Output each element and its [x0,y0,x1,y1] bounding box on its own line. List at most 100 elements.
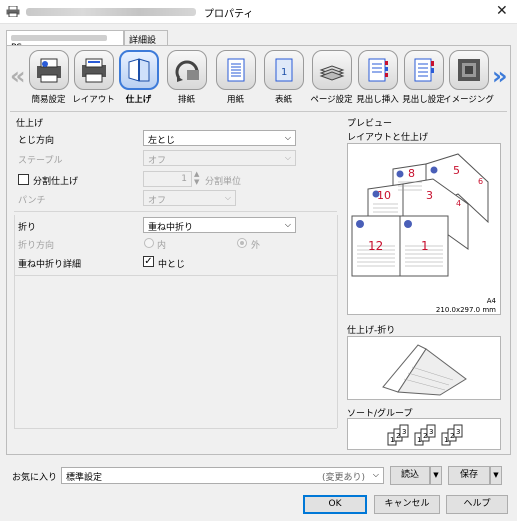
close-icon[interactable]: ✕ [496,3,508,19]
page-number-label: 3 [426,189,433,202]
section-divider [14,211,337,212]
split-count-value: 1 [181,174,187,184]
toolbar-label: イメージング [443,95,494,105]
toolbar-page-setup[interactable]: ページ設定 [310,50,353,108]
window-title: プロパティ [204,9,254,20]
output-icon [166,50,207,90]
cover-icon: 1 [263,50,304,90]
fold-out-label: 外 [251,241,261,251]
section-divider [14,428,337,429]
layout-preview: 8 5 6 10 3 4 12 1 A4 210.0x297.0 mm [347,143,501,315]
punch-select[interactable]: オフ ⌵ [143,190,236,206]
split-unit-label: 分割単位 [205,177,242,187]
split-count-spinner[interactable]: 1 [143,171,192,187]
toolbar-tab-insert[interactable]: 見出し挿入 [356,50,399,108]
title-bar: プロパティ ✕ [0,0,517,24]
spinner-arrows-icon[interactable]: ▲ ▼ [194,170,199,186]
sort-page-label: 2 [396,432,400,440]
toolbar-imaging[interactable]: イメージング [443,50,494,108]
load-dropdown-icon[interactable]: ▼ [430,466,442,485]
chevron-down-icon: ⌵ [224,193,231,202]
save-button[interactable]: 保存 [448,466,490,485]
printer-icon [6,6,20,17]
fold-out-radio[interactable] [237,238,247,248]
staple-select[interactable]: オフ ⌵ [143,150,296,166]
imaging-icon [448,50,489,90]
help-button[interactable]: ヘルプ [446,495,508,514]
center-staple-checkbox[interactable]: ✓ [143,256,154,267]
punch-value: オフ [148,196,167,206]
finishing-icon [118,50,159,90]
paper-dimensions-label: 210.0x297.0 mm [435,306,496,314]
favorites-select[interactable]: 標準設定 (変更あり) ⌵ [61,467,384,484]
sort-page-label: 1 [444,436,448,444]
sort-page-label: 2 [450,432,454,440]
chevron-down-icon: ⌵ [284,153,291,162]
fold-value: 重ね中折り [148,223,194,233]
booklet-preview-image: 8 5 6 10 3 4 12 1 [351,153,489,277]
page-number-label: 10 [377,189,391,202]
page-number-label: 12 [368,239,383,253]
quick-setup-icon [28,50,69,90]
tab-settings-icon [403,50,444,90]
section-border [337,215,338,428]
fold-label: 折り [18,223,37,233]
fold-in-radio[interactable] [144,238,154,248]
section-border [14,215,15,428]
cancel-button[interactable]: キャンセル [374,495,440,514]
binding-select[interactable]: 左とじ ⌵ [143,130,296,146]
staple-label: ステープル [18,156,63,166]
fold-detail-label: 重ね中折り詳細 [18,260,82,270]
toolbar-cover[interactable]: 1 表紙 [262,50,305,108]
paper-icon [215,50,256,90]
favorites-label: お気に入り [12,473,58,483]
sort-page-label: 3 [456,428,460,436]
paper-size-label: A4 [486,297,496,305]
load-button[interactable]: 読込 [390,466,430,485]
printer-name-redacted [11,34,107,41]
staple-value: オフ [148,156,167,166]
layout-icon [73,50,114,90]
function-toolbar: « » 簡易設定 レイアウト 仕上げ 排紙 用紙 1 表紙 ページ設定 見出し挿… [10,50,508,110]
punch-label: パンチ [18,196,46,206]
tab-advanced[interactable]: 詳細設定 [124,30,168,59]
split-finishing-checkbox[interactable] [18,174,29,185]
toolbar-divider [10,111,507,112]
chevron-down-icon: ⌵ [372,470,379,479]
favorites-changed-label: (変更あり) [321,473,365,483]
section-divider [14,275,337,276]
layout-finishing-label: レイアウトと仕上げ [347,133,429,143]
fold-select[interactable]: 重ね中折り ⌵ [143,217,296,233]
finishing-group-label: 仕上げ [16,119,44,129]
page-number-label: 5 [453,164,460,177]
tab-insert-icon [357,50,398,90]
sort-page-label: 3 [429,428,433,436]
fold-in-label: 内 [157,241,167,251]
chevron-down-icon: ⌵ [284,133,291,142]
sort-preview-image: 123 123 123 [387,424,463,446]
chevron-down-icon: ⌵ [284,220,291,229]
binding-value: 左とじ [148,136,176,146]
page-number-label: 8 [408,167,415,180]
page-number-label: 1 [421,239,429,253]
tab-ps[interactable]: PS [6,30,124,53]
page-setup-icon [311,50,352,90]
sort-page-label: 2 [423,432,427,440]
toolbar-finishing[interactable]: 仕上げ [117,50,160,108]
preview-group-label: プレビュー [347,119,393,129]
svg-text:1: 1 [281,67,287,78]
save-dropdown-icon[interactable]: ▼ [490,466,502,485]
scroll-right-icon[interactable]: » [492,62,508,90]
toolbar-output[interactable]: 排紙 [165,50,208,108]
sort-preview: 123 123 123 [347,418,501,450]
binding-label: とじ方向 [18,136,55,146]
sort-page-label: 3 [402,428,406,436]
ok-button[interactable]: OK [303,495,367,514]
fold-preview [347,336,501,400]
favorites-value: 標準設定 [66,473,103,483]
page-number-label: 4 [456,199,461,208]
finish-fold-label: 仕上げ-折り [347,326,396,336]
scroll-left-icon[interactable]: « [10,62,26,90]
toolbar-paper[interactable]: 用紙 [214,50,257,108]
fold-preview-image [382,344,467,396]
